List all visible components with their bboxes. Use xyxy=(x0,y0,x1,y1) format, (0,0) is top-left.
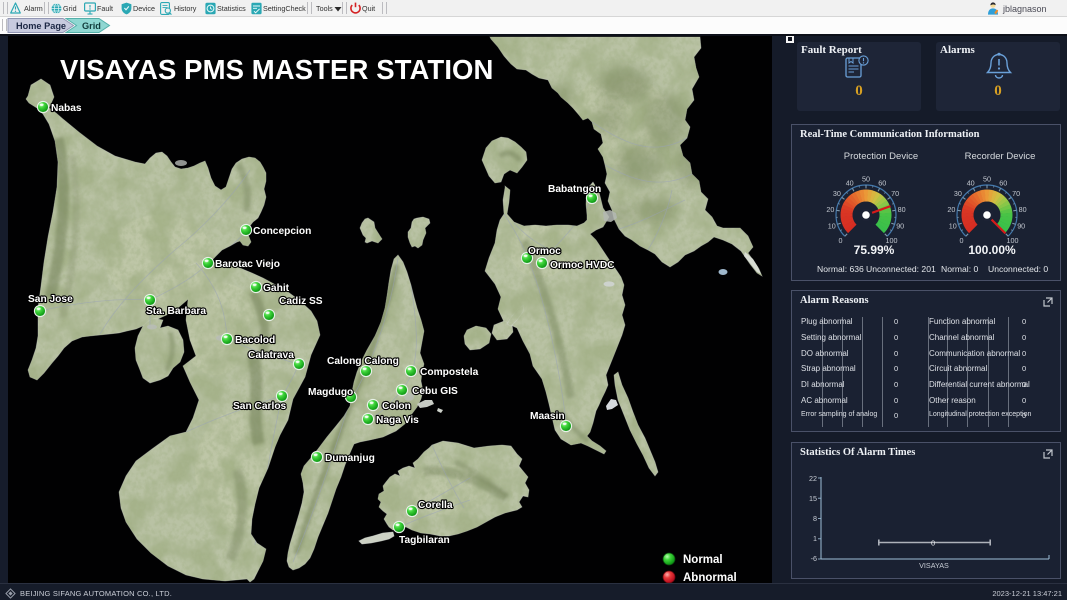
svg-text:20: 20 xyxy=(947,205,955,214)
svg-text:10: 10 xyxy=(949,222,957,231)
svg-text:1: 1 xyxy=(813,534,817,543)
svg-text:50: 50 xyxy=(983,174,991,183)
svg-text:VISAYAS PMS MASTER STATION: VISAYAS PMS MASTER STATION xyxy=(60,54,494,85)
svg-text:Grid: Grid xyxy=(82,21,101,31)
svg-text:Recorder Device: Recorder Device xyxy=(965,151,1036,162)
svg-text:Normal: Normal xyxy=(683,554,723,566)
svg-text:60: 60 xyxy=(878,178,886,187)
svg-text:Sta. Barbara: Sta. Barbara xyxy=(146,306,206,317)
svg-text:Bacolod: Bacolod xyxy=(235,335,275,346)
svg-text:Calatrava: Calatrava xyxy=(248,350,294,361)
svg-text:80: 80 xyxy=(1019,205,1027,214)
svg-text:Normal: 636: Normal: 636 xyxy=(817,264,864,274)
svg-text:Naga Vis: Naga Vis xyxy=(376,415,419,426)
svg-text:Gahit: Gahit xyxy=(263,283,290,294)
svg-text:Cebu GIS: Cebu GIS xyxy=(412,386,458,397)
svg-text:0: 0 xyxy=(931,539,935,548)
svg-text:Nabas: Nabas xyxy=(51,103,82,114)
svg-text:Colon: Colon xyxy=(382,401,411,412)
svg-text:40: 40 xyxy=(967,178,975,187)
svg-text:70: 70 xyxy=(891,189,899,198)
svg-text:50: 50 xyxy=(862,174,870,183)
svg-text:70: 70 xyxy=(1012,189,1020,198)
svg-text:Corella: Corella xyxy=(418,500,453,511)
svg-text:0: 0 xyxy=(960,236,964,245)
svg-text:40: 40 xyxy=(846,178,854,187)
svg-text:80: 80 xyxy=(898,205,906,214)
svg-text:Cadiz SS: Cadiz SS xyxy=(279,296,323,307)
svg-text:90: 90 xyxy=(1017,222,1025,231)
svg-text:Normal: 0: Normal: 0 xyxy=(941,264,978,274)
svg-text:10: 10 xyxy=(828,222,836,231)
svg-text:20: 20 xyxy=(826,205,834,214)
svg-text:60: 60 xyxy=(999,178,1007,187)
svg-text:Concepcion: Concepcion xyxy=(253,226,311,237)
svg-text:Tagbilaran: Tagbilaran xyxy=(399,535,450,546)
svg-text:Home Page: Home Page xyxy=(16,21,66,31)
svg-text:15: 15 xyxy=(809,494,817,503)
svg-text:San Jose: San Jose xyxy=(28,294,73,305)
svg-text:-6: -6 xyxy=(811,554,817,563)
svg-text:Unconnected: 0: Unconnected: 0 xyxy=(988,264,1048,274)
svg-text:Ormoc: Ormoc xyxy=(528,246,561,257)
svg-text:30: 30 xyxy=(954,189,962,198)
svg-text:Barotac Viejo: Barotac Viejo xyxy=(215,259,280,270)
svg-text:Compostela: Compostela xyxy=(420,367,479,378)
svg-text:75.99%: 75.99% xyxy=(854,243,895,257)
svg-text:Babatngon: Babatngon xyxy=(548,184,601,195)
svg-text:Ormoc HVDC: Ormoc HVDC xyxy=(550,260,615,271)
svg-text:VISAYAS: VISAYAS xyxy=(919,561,949,570)
svg-text:Calong Calong: Calong Calong xyxy=(327,356,399,367)
svg-text:Dumanjug: Dumanjug xyxy=(325,453,375,464)
svg-text:0: 0 xyxy=(839,236,843,245)
svg-text:San Carlos: San Carlos xyxy=(233,401,287,412)
svg-text:22: 22 xyxy=(809,474,817,483)
svg-text:30: 30 xyxy=(833,189,841,198)
svg-text:Maasin: Maasin xyxy=(530,411,565,422)
svg-text:Unconnected: 201: Unconnected: 201 xyxy=(866,264,936,274)
svg-text:Protection Device: Protection Device xyxy=(844,151,918,162)
svg-text:Magdugo: Magdugo xyxy=(308,387,353,398)
svg-text:Abnormal: Abnormal xyxy=(683,572,737,583)
svg-text:100.00%: 100.00% xyxy=(968,243,1016,257)
svg-text:8: 8 xyxy=(813,514,817,523)
svg-text:90: 90 xyxy=(896,222,904,231)
